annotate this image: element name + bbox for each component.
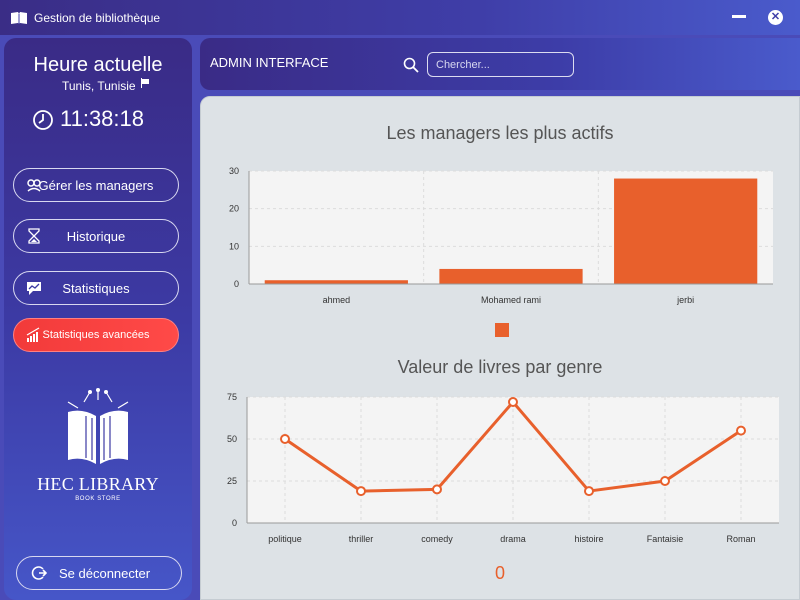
x-tick-label: thriller: [349, 534, 374, 544]
data-point: [584, 486, 594, 497]
data-point: [736, 425, 746, 436]
logo-subtitle: BOOK STORE: [75, 496, 121, 502]
close-button[interactable]: ✕: [768, 10, 783, 25]
x-tick-label: comedy: [421, 534, 453, 544]
sidebar-item-historique[interactable]: Historique: [13, 219, 179, 253]
clock-title: Heure actuelle: [33, 54, 163, 76]
x-tick-label: Fantaisie: [647, 534, 684, 544]
managers-icon: [27, 179, 41, 192]
x-tick-label: Roman: [726, 534, 755, 544]
logout-label: Se déconnecter: [59, 565, 151, 581]
advanced-stats-icon: [26, 327, 40, 342]
data-point: [280, 434, 290, 444]
y-tick-label: 50: [227, 434, 237, 444]
sidebar: Heure actuelle Tunis, Tunisie 11:38:18 G…: [4, 38, 192, 600]
title-bar: Gestion de bibliothèque ✕: [0, 0, 800, 35]
y-tick-label: 75: [227, 392, 237, 402]
hourglass-icon: [28, 228, 40, 244]
legend-label: 0: [495, 563, 506, 583]
y-tick-label: 25: [227, 476, 237, 486]
clock-time: 11:38:18: [60, 106, 145, 131]
stats-chat-icon: [27, 282, 41, 295]
x-tick-label: histoire: [574, 534, 603, 544]
logout-icon: [31, 566, 47, 580]
page-title: ADMIN INTERFACE: [210, 55, 329, 70]
minimize-button[interactable]: [732, 15, 746, 18]
sidebar-item-statistiques[interactable]: Statistiques: [13, 271, 179, 305]
header-bar: ADMIN INTERFACE: [200, 38, 800, 90]
stats-panel: Les managers les plus actifs 0 10 20 30 ahme…: [200, 96, 800, 600]
logo-title: HEC LIBRARY: [37, 474, 159, 494]
data-point: [356, 486, 366, 497]
search-input[interactable]: [427, 52, 574, 77]
flag-icon: [141, 78, 149, 88]
sidebar-item-managers[interactable]: Gérer les managers: [13, 168, 179, 202]
search-icon[interactable]: [403, 57, 419, 73]
window-title: Gestion de bibliothèque: [34, 10, 161, 25]
clock-icon: [33, 110, 53, 130]
x-tick-label: drama: [500, 534, 526, 544]
book-icon: [11, 11, 27, 24]
logout-button[interactable]: Se déconnecter: [16, 556, 182, 590]
data-point: [432, 484, 442, 495]
y-tick-label: 0: [232, 518, 237, 528]
clock-location: Tunis, Tunisie: [62, 79, 136, 93]
data-point: [660, 476, 670, 486]
data-point: [508, 397, 518, 408]
library-logo: [67, 388, 129, 464]
line-chart-svg: 0 25 50 75 politique thriller comedy drama histo…: [227, 392, 779, 544]
x-tick-label: politique: [268, 534, 302, 544]
sidebar-item-statistiques-avancees[interactable]: Statistiques avancées: [13, 318, 179, 352]
